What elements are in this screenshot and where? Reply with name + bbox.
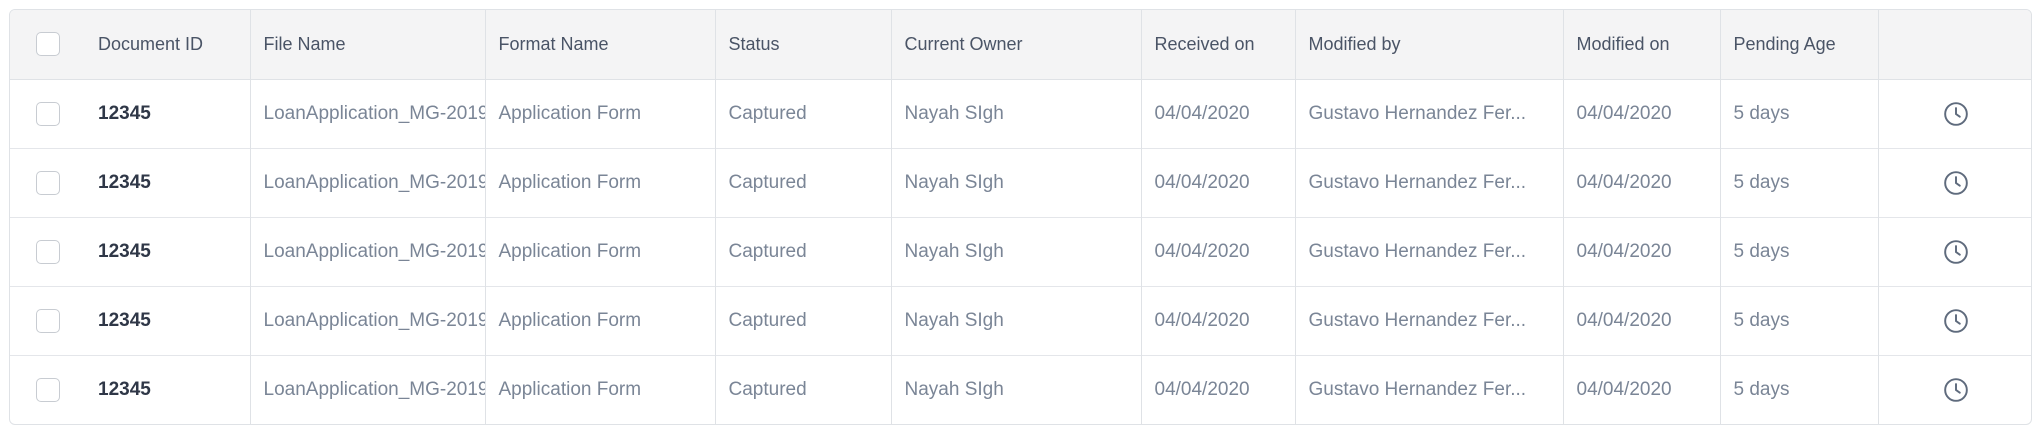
row-checkbox[interactable]: [35, 101, 60, 126]
modified-by-cell: Gustavo Hernandez Fer...: [1294, 216, 1563, 286]
row-select-cell: [10, 79, 85, 148]
column-header-actions: [1877, 10, 2031, 80]
format-name-cell: Application Form: [484, 79, 715, 148]
received-on-cell: 04/04/2020: [1140, 147, 1295, 217]
modified-by-cell: Gustavo Hernandez Fer...: [1294, 147, 1563, 217]
action-cell: [1877, 285, 2031, 355]
column-header-modified-on[interactable]: Modified on: [1562, 10, 1720, 80]
status-cell: Captured: [714, 79, 891, 148]
clock-icon[interactable]: [1943, 239, 1969, 265]
clock-icon[interactable]: [1943, 377, 1969, 403]
documents-table: Document ID File Name Format Name Status…: [9, 9, 2032, 425]
modified-on-cell: 04/04/2020: [1562, 285, 1720, 355]
column-header-pending-age[interactable]: Pending Age: [1719, 10, 1878, 80]
clock-icon[interactable]: [1943, 101, 1969, 127]
pending-age-cell: 5 days: [1719, 354, 1878, 424]
modified-by-cell: Gustavo Hernandez Fer...: [1294, 285, 1563, 355]
modified-on-cell: 04/04/2020: [1562, 354, 1720, 424]
current-owner-cell: Nayah SIgh: [890, 285, 1141, 355]
documents-grid: Document ID File Name Format Name Status…: [10, 10, 2031, 424]
file-name-cell: LoanApplication_MG-201903....: [249, 354, 485, 424]
table-row[interactable]: 12345 LoanApplication_MG-201903.... Appl…: [10, 79, 2031, 148]
file-name-cell: LoanApplication_MG-201903....: [249, 216, 485, 286]
table-row[interactable]: 12345 LoanApplication_MG-201903.... Appl…: [10, 285, 2031, 355]
modified-by-cell: Gustavo Hernandez Fer...: [1294, 79, 1563, 148]
column-header-received-on[interactable]: Received on: [1140, 10, 1295, 80]
table-row[interactable]: 12345 LoanApplication_MG-201903.... Appl…: [10, 147, 2031, 217]
pending-age-cell: 5 days: [1719, 79, 1878, 148]
document-id-cell: 12345: [85, 354, 250, 424]
row-select-cell: [10, 216, 85, 286]
format-name-cell: Application Form: [484, 216, 715, 286]
table-row[interactable]: 12345 LoanApplication_MG-201903.... Appl…: [10, 354, 2031, 424]
current-owner-cell: Nayah SIgh: [890, 147, 1141, 217]
pending-age-cell: 5 days: [1719, 216, 1878, 286]
status-cell: Captured: [714, 354, 891, 424]
pending-age-cell: 5 days: [1719, 147, 1878, 217]
file-name-cell: LoanApplication_MG-201903....: [249, 285, 485, 355]
action-cell: [1877, 216, 2031, 286]
column-header-current-owner[interactable]: Current Owner: [890, 10, 1141, 80]
received-on-cell: 04/04/2020: [1140, 285, 1295, 355]
row-select-cell: [10, 354, 85, 424]
modified-by-cell: Gustavo Hernandez Fer...: [1294, 354, 1563, 424]
format-name-cell: Application Form: [484, 285, 715, 355]
column-header-format-name[interactable]: Format Name: [484, 10, 715, 80]
current-owner-cell: Nayah SIgh: [890, 79, 1141, 148]
status-cell: Captured: [714, 147, 891, 217]
row-checkbox[interactable]: [35, 239, 60, 264]
modified-on-cell: 04/04/2020: [1562, 79, 1720, 148]
row-select-cell: [10, 147, 85, 217]
row-checkbox[interactable]: [35, 377, 60, 402]
status-cell: Captured: [714, 285, 891, 355]
table-header-row: Document ID File Name Format Name Status…: [10, 10, 2031, 80]
column-header-file-name[interactable]: File Name: [249, 10, 485, 80]
current-owner-cell: Nayah SIgh: [890, 216, 1141, 286]
current-owner-cell: Nayah SIgh: [890, 354, 1141, 424]
status-cell: Captured: [714, 216, 891, 286]
column-header-status[interactable]: Status: [714, 10, 891, 80]
file-name-cell: LoanApplication_MG-201903....: [249, 79, 485, 148]
table-row[interactable]: 12345 LoanApplication_MG-201903.... Appl…: [10, 216, 2031, 286]
file-name-cell: LoanApplication_MG-201903....: [249, 147, 485, 217]
row-select-cell: [10, 285, 85, 355]
format-name-cell: Application Form: [484, 147, 715, 217]
select-all-header: [10, 10, 85, 80]
document-id-cell: 12345: [85, 216, 250, 286]
document-id-cell: 12345: [98, 102, 151, 124]
row-checkbox[interactable]: [35, 308, 60, 333]
format-name-cell: Application Form: [484, 354, 715, 424]
document-id-cell: 12345: [85, 147, 250, 217]
modified-on-cell: 04/04/2020: [1562, 147, 1720, 217]
clock-icon[interactable]: [1943, 308, 1969, 334]
received-on-cell: 04/04/2020: [1140, 354, 1295, 424]
select-all-checkbox[interactable]: [35, 32, 60, 57]
received-on-cell: 04/04/2020: [1140, 79, 1295, 148]
table-body: 12345 LoanApplication_MG-201903.... Appl…: [10, 79, 2031, 424]
document-id-cell: 12345: [85, 285, 250, 355]
pending-age-cell: 5 days: [1719, 285, 1878, 355]
received-on-cell: 04/04/2020: [1140, 216, 1295, 286]
row-checkbox[interactable]: [35, 170, 60, 195]
action-cell: [1877, 354, 2031, 424]
action-cell: [1877, 79, 2031, 148]
column-header-modified-by[interactable]: Modified by: [1294, 10, 1563, 80]
column-header-document-id[interactable]: Document ID: [85, 10, 250, 80]
action-cell: [1877, 147, 2031, 217]
modified-on-cell: 04/04/2020: [1562, 216, 1720, 286]
clock-icon[interactable]: [1943, 170, 1969, 196]
